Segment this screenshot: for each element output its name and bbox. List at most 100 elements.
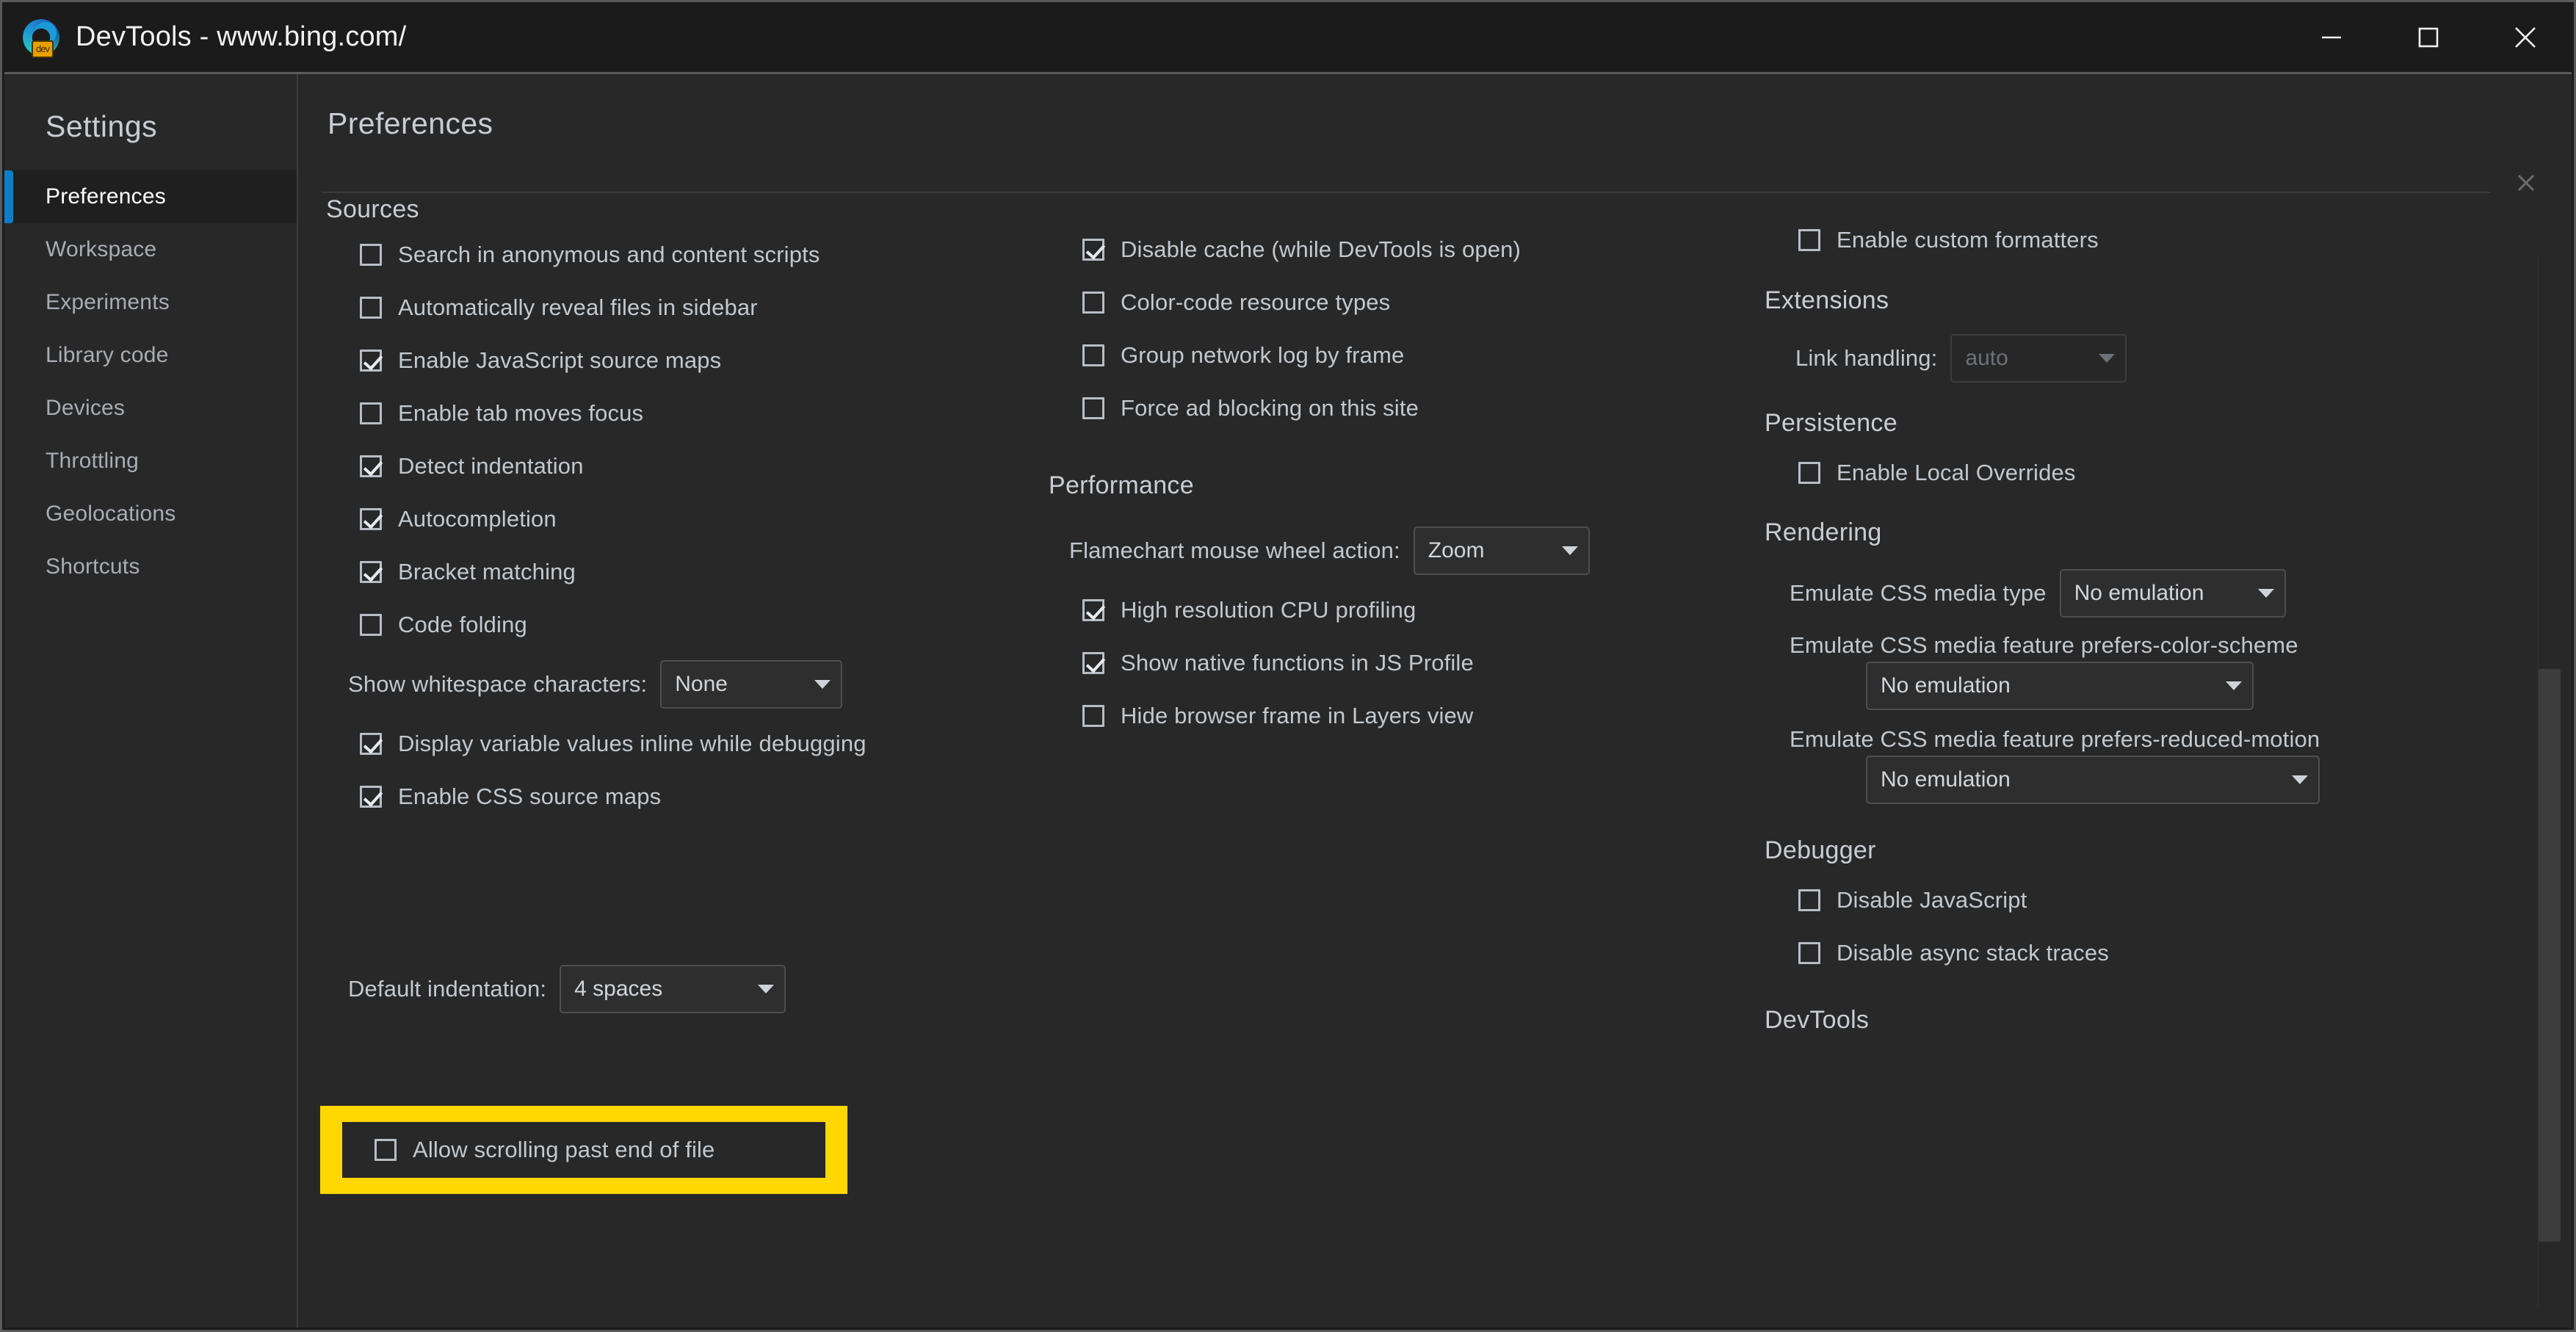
setting-flamechart-mouse-wheel: Flamechart mouse wheel action: Zoom <box>1049 518 1754 584</box>
flamechart-select[interactable]: Zoom <box>1413 526 1590 575</box>
link-handling-label: Link handling: <box>1795 345 1938 371</box>
checkbox-checked-icon[interactable] <box>1082 239 1104 261</box>
setting-disable-cache[interactable]: Disable cache (while DevTools is open) <box>1049 223 1754 276</box>
sidebar-item-experiments[interactable]: Experiments <box>4 276 297 329</box>
reduced-motion-label: Emulate CSS media feature prefers-reduce… <box>1790 726 2320 752</box>
sidebar-item-throttling[interactable]: Throttling <box>4 435 297 488</box>
setting-label: Enable JavaScript source maps <box>398 347 722 373</box>
setting-search-anonymous-scripts[interactable]: Search in anonymous and content scripts <box>326 228 1046 281</box>
section-title-performance: Performance <box>1049 471 1194 499</box>
checkbox-checked-icon[interactable] <box>360 455 382 477</box>
checkbox-unchecked-icon[interactable] <box>1082 705 1104 727</box>
show-whitespace-select[interactable]: None <box>660 660 843 709</box>
network-performance-column: Disable cache (while DevTools is open) C… <box>1049 195 1754 742</box>
checkbox-unchecked-icon[interactable] <box>1082 292 1104 314</box>
setting-label: Search in anonymous and content scripts <box>398 242 820 267</box>
checkbox-unchecked-icon[interactable] <box>375 1139 397 1161</box>
setting-label: Automatically reveal files in sidebar <box>398 294 758 320</box>
vertical-scrollbar-thumb[interactable] <box>2539 669 2561 1242</box>
setting-enable-js-source-maps[interactable]: Enable JavaScript source maps <box>326 334 1046 387</box>
setting-group-network-log-by-frame[interactable]: Group network log by frame <box>1049 329 1754 382</box>
setting-label: Detect indentation <box>398 453 584 479</box>
setting-enable-custom-formatters[interactable]: Enable custom formatters <box>1765 214 2499 266</box>
sidebar-item-label: Library code <box>46 343 169 367</box>
setting-label: Enable Local Overrides <box>1837 460 2076 485</box>
checkbox-unchecked-icon[interactable] <box>1798 462 1820 484</box>
checkbox-unchecked-icon[interactable] <box>1798 229 1820 251</box>
default-indentation-select[interactable]: 4 spaces <box>560 965 786 1013</box>
media-type-value: No emulation <box>2074 581 2204 605</box>
setting-disable-javascript[interactable]: Disable JavaScript <box>1765 874 2499 927</box>
sidebar-item-label: Devices <box>46 396 126 420</box>
flamechart-value: Zoom <box>1428 538 1485 562</box>
color-scheme-select[interactable]: No emulation <box>1866 662 2254 710</box>
settings-dialog: Settings Preferences Workspace Experimen… <box>4 72 2572 1328</box>
setting-code-folding[interactable]: Code folding <box>326 598 1046 651</box>
checkbox-unchecked-icon[interactable] <box>360 297 382 319</box>
setting-emulate-css-media-type: Emulate CSS media type No emulation <box>1765 562 2499 625</box>
sidebar-item-preferences[interactable]: Preferences <box>4 170 297 223</box>
checkbox-unchecked-icon[interactable] <box>1082 344 1104 366</box>
reduced-motion-select[interactable]: No emulation <box>1866 756 2320 804</box>
setting-label: Disable JavaScript <box>1837 887 2027 913</box>
minimize-icon <box>2322 36 2341 38</box>
chevron-down-icon <box>1561 546 1578 555</box>
setting-enable-local-overrides[interactable]: Enable Local Overrides <box>1765 446 2499 499</box>
checkbox-unchecked-icon[interactable] <box>1082 397 1104 419</box>
setting-high-resolution-cpu-profiling[interactable]: High resolution CPU profiling <box>1049 584 1754 637</box>
checkbox-checked-icon[interactable] <box>360 733 382 755</box>
maximize-button[interactable] <box>2380 2 2477 72</box>
window-controls <box>2283 2 2574 72</box>
close-window-button[interactable] <box>2477 2 2574 72</box>
setting-detect-indentation[interactable]: Detect indentation <box>326 440 1046 493</box>
settings-sidebar: Settings Preferences Workspace Experimen… <box>4 74 298 1328</box>
vertical-scrollbar-track[interactable] <box>2538 258 2561 1307</box>
setting-label: High resolution CPU profiling <box>1121 597 1417 623</box>
setting-force-ad-blocking[interactable]: Force ad blocking on this site <box>1049 382 1754 435</box>
setting-prefers-color-scheme: Emulate CSS media feature prefers-color-… <box>1765 632 2499 710</box>
checkbox-checked-icon[interactable] <box>360 350 382 372</box>
checkbox-unchecked-icon[interactable] <box>360 402 382 424</box>
setting-color-code-resource-types[interactable]: Color-code resource types <box>1049 276 1754 329</box>
sidebar-item-shortcuts[interactable]: Shortcuts <box>4 540 297 593</box>
show-whitespace-label: Show whitespace characters: <box>348 671 648 697</box>
link-handling-select[interactable]: auto <box>1950 334 2127 383</box>
media-type-select[interactable]: No emulation <box>2059 569 2286 618</box>
setting-hide-browser-frame[interactable]: Hide browser frame in Layers view <box>1049 689 1754 742</box>
setting-display-variable-values-inline[interactable]: Display variable values inline while deb… <box>326 717 1046 770</box>
setting-label: Group network log by frame <box>1121 342 1405 368</box>
setting-label: Display variable values inline while deb… <box>398 731 866 756</box>
setting-enable-tab-moves-focus[interactable]: Enable tab moves focus <box>326 387 1046 440</box>
checkbox-checked-icon[interactable] <box>1082 652 1104 674</box>
maximize-icon <box>2418 27 2439 47</box>
minimize-button[interactable] <box>2283 2 2380 72</box>
sidebar-item-library-code[interactable]: Library code <box>4 329 297 382</box>
setting-enable-css-source-maps[interactable]: Enable CSS source maps <box>326 770 1046 823</box>
checkbox-checked-icon[interactable] <box>360 561 382 583</box>
chevron-down-icon <box>2099 354 2116 363</box>
setting-prefers-reduced-motion: Emulate CSS media feature prefers-reduce… <box>1765 726 2499 804</box>
setting-bracket-matching[interactable]: Bracket matching <box>326 546 1046 598</box>
sidebar-item-geolocations[interactable]: Geolocations <box>4 488 297 540</box>
setting-allow-scrolling-past-end-of-file[interactable]: Allow scrolling past end of file <box>342 1122 825 1178</box>
default-indentation-value: 4 spaces <box>574 977 663 1001</box>
sidebar-item-workspace[interactable]: Workspace <box>4 223 297 276</box>
setting-show-native-functions[interactable]: Show native functions in JS Profile <box>1049 637 1754 689</box>
sidebar-title: Settings <box>46 109 158 143</box>
checkbox-checked-icon[interactable] <box>360 508 382 530</box>
setting-label: Hide browser frame in Layers view <box>1121 703 1474 728</box>
setting-show-whitespace: Show whitespace characters: None <box>326 651 1046 717</box>
checkbox-unchecked-icon[interactable] <box>360 614 382 636</box>
sidebar-item-devices[interactable]: Devices <box>4 382 297 435</box>
setting-disable-async-stack-traces[interactable]: Disable async stack traces <box>1765 927 2499 980</box>
default-indentation-label: Default indentation: <box>348 976 547 1002</box>
checkbox-checked-icon[interactable] <box>360 786 382 808</box>
setting-auto-reveal-files[interactable]: Automatically reveal files in sidebar <box>326 281 1046 334</box>
show-whitespace-value: None <box>675 672 728 696</box>
checkbox-unchecked-icon[interactable] <box>360 244 382 266</box>
checkbox-unchecked-icon[interactable] <box>1798 942 1820 964</box>
checkbox-unchecked-icon[interactable] <box>1798 889 1820 911</box>
setting-label: Disable async stack traces <box>1837 940 2109 966</box>
checkbox-checked-icon[interactable] <box>1082 599 1104 621</box>
setting-autocompletion[interactable]: Autocompletion <box>326 493 1046 546</box>
